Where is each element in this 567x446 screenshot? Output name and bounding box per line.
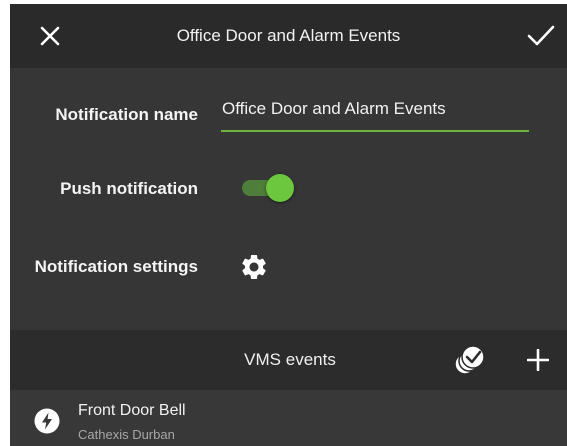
push-notification-label: Push notification (60, 179, 198, 198)
notification-name-label: Notification name (55, 105, 198, 124)
vms-events-list: Front Door Bell Cathexis Durban (10, 390, 567, 446)
notification-editor-screen: Office Door and Alarm Events Notificatio… (0, 0, 567, 446)
top-app-bar: Office Door and Alarm Events (10, 4, 567, 68)
toggle-thumb (266, 174, 294, 202)
close-icon (40, 26, 60, 46)
checkmark-icon (527, 25, 555, 46)
notification-name-input[interactable] (221, 94, 529, 132)
notification-settings-button[interactable] (236, 249, 272, 285)
event-name: Front Door Bell (78, 402, 186, 419)
plus-icon (527, 349, 549, 371)
list-item[interactable]: Front Door Bell Cathexis Durban (10, 390, 567, 446)
page-title: Office Door and Alarm Events (176, 26, 401, 45)
close-button[interactable] (36, 22, 64, 50)
push-notification-toggle[interactable] (238, 171, 298, 203)
save-button[interactable] (525, 20, 557, 52)
add-event-button[interactable] (524, 346, 552, 374)
vms-events-header: VMS events (10, 330, 567, 390)
event-site: Cathexis Durban (78, 427, 175, 442)
select-all-events-button[interactable] (452, 344, 486, 376)
notification-form: Notification name Push notification Noti… (10, 68, 567, 330)
multi-check-icon (454, 345, 485, 375)
vms-events-title: VMS events (244, 350, 336, 369)
gear-icon (242, 255, 266, 279)
notification-settings-label: Notification settings (34, 257, 198, 276)
lightning-icon (34, 408, 60, 434)
